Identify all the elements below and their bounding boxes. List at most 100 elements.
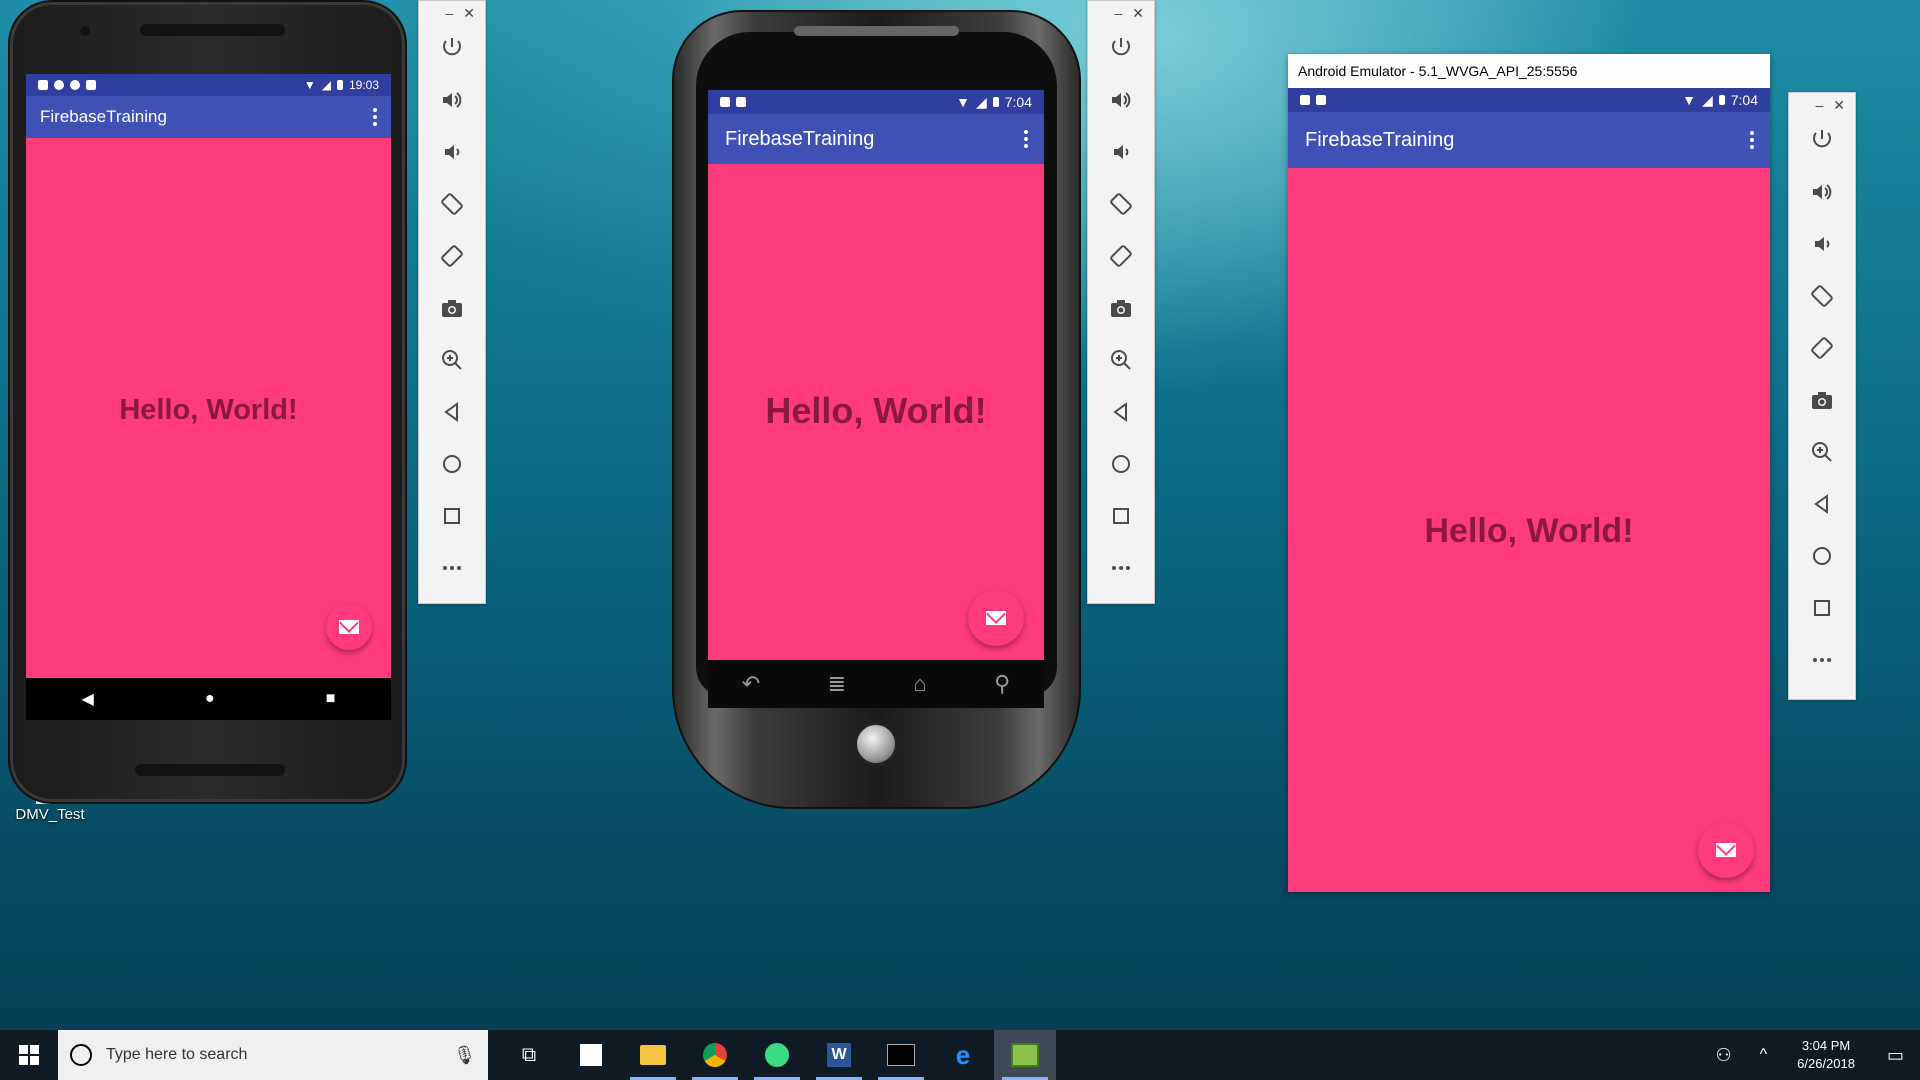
email-icon xyxy=(986,611,1006,625)
status-bar: ▼ ◢ 19:03 xyxy=(26,74,391,96)
overflow-menu-icon[interactable] xyxy=(1744,125,1760,155)
volume-up-button[interactable] xyxy=(1088,74,1154,126)
front-camera xyxy=(80,26,90,36)
rotate-left-icon xyxy=(441,193,463,215)
more-button[interactable] xyxy=(1088,542,1154,594)
fab-button[interactable] xyxy=(326,604,372,650)
task-view-icon[interactable]: ⧉ xyxy=(498,1030,560,1080)
people-icon[interactable]: ⚇ xyxy=(1701,1045,1745,1066)
sd-card-icon xyxy=(1300,95,1310,105)
power-icon xyxy=(1813,130,1831,148)
chevron-up-icon[interactable]: ^ xyxy=(1746,1046,1782,1064)
close-icon[interactable]: ✕ xyxy=(463,5,475,22)
emulator2-screen[interactable]: ▼ ◢ 7:04 FirebaseTraining Hello, World! xyxy=(708,90,1044,660)
window-titlebar[interactable]: Android Emulator - 5.1_WVGA_API_25:5556 xyxy=(1288,54,1770,88)
app-bar: FirebaseTraining xyxy=(26,96,391,138)
zoom-icon xyxy=(442,350,462,370)
wifi-icon: ▼ xyxy=(1682,92,1696,108)
nav-back-icon[interactable]: ↶ xyxy=(742,671,760,697)
app-title: FirebaseTraining xyxy=(725,127,875,150)
notification-icon xyxy=(54,80,64,90)
android-studio-icon[interactable] xyxy=(746,1030,808,1080)
overview-button[interactable] xyxy=(1789,582,1855,634)
word-icon[interactable]: W xyxy=(808,1030,870,1080)
trackball[interactable] xyxy=(854,722,898,766)
desktop-icon-label: DMV_Test xyxy=(15,806,85,823)
rotate-right-button[interactable] xyxy=(1088,230,1154,282)
minimize-icon[interactable]: – xyxy=(1114,5,1122,22)
emulator1-screen[interactable]: ▼ ◢ 19:03 FirebaseTraining Hello, World!… xyxy=(26,74,391,720)
nav-recents-icon[interactable]: ■ xyxy=(326,690,336,708)
rotate-right-button[interactable] xyxy=(1789,322,1855,374)
home-button[interactable] xyxy=(1088,438,1154,490)
speaker-grille-bottom xyxy=(135,764,285,776)
search-box[interactable]: Type here to search 🎙 xyxy=(58,1030,488,1080)
overflow-menu-icon[interactable] xyxy=(1018,124,1034,154)
status-time: 7:04 xyxy=(1730,92,1758,108)
volume-down-button[interactable] xyxy=(1789,218,1855,270)
home-button[interactable] xyxy=(419,438,485,490)
clock-time: 3:04 PM xyxy=(1801,1038,1851,1053)
back-button[interactable] xyxy=(419,386,485,438)
overflow-menu-icon[interactable] xyxy=(367,102,383,132)
camera-button[interactable] xyxy=(419,282,485,334)
home-button[interactable] xyxy=(1789,530,1855,582)
close-icon[interactable]: ✕ xyxy=(1833,97,1845,114)
nav-back-icon[interactable]: ◀ xyxy=(82,689,94,709)
rotate-left-icon xyxy=(1110,193,1132,215)
more-icon xyxy=(1112,566,1130,570)
nav-search-icon[interactable]: ⚲ xyxy=(994,671,1010,697)
rotate-left-button[interactable] xyxy=(1789,270,1855,322)
zoom-button[interactable] xyxy=(1789,426,1855,478)
overview-button[interactable] xyxy=(419,490,485,542)
more-button[interactable] xyxy=(419,542,485,594)
nav-home-icon[interactable]: ● xyxy=(205,690,215,708)
close-icon[interactable]: ✕ xyxy=(1132,5,1144,22)
fab-button[interactable] xyxy=(1698,822,1754,878)
volume-down-button[interactable] xyxy=(419,126,485,178)
speaker-grille xyxy=(794,26,959,36)
emulator1-toolbar: – ✕ xyxy=(418,0,486,604)
nav-home-icon[interactable]: ⌂ xyxy=(913,671,926,697)
zoom-button[interactable] xyxy=(419,334,485,386)
rotate-right-button[interactable] xyxy=(419,230,485,282)
minimize-icon[interactable]: – xyxy=(1815,97,1823,114)
terminal-icon[interactable] xyxy=(870,1030,932,1080)
volume-down-icon xyxy=(1815,237,1830,251)
action-center-icon[interactable]: ▭ xyxy=(1871,1045,1920,1066)
volume-up-icon xyxy=(443,92,462,108)
fab-button[interactable] xyxy=(968,590,1024,646)
volume-down-button[interactable] xyxy=(1088,126,1154,178)
nav-menu-icon[interactable]: ≣ xyxy=(828,671,846,697)
rotate-left-button[interactable] xyxy=(1088,178,1154,230)
back-button[interactable] xyxy=(1088,386,1154,438)
camera-button[interactable] xyxy=(1088,282,1154,334)
emulator-taskbar-icon[interactable] xyxy=(994,1030,1056,1080)
signal-icon: ◢ xyxy=(1701,91,1713,108)
speaker-grille xyxy=(140,24,285,36)
camera-button[interactable] xyxy=(1789,374,1855,426)
back-button[interactable] xyxy=(1789,478,1855,530)
minimize-icon[interactable]: – xyxy=(445,5,453,22)
wifi-icon: ▼ xyxy=(303,78,316,92)
microphone-icon[interactable]: 🎙 xyxy=(453,1045,476,1066)
more-button[interactable] xyxy=(1789,634,1855,686)
battery-icon xyxy=(336,80,343,90)
chrome-icon[interactable] xyxy=(684,1030,746,1080)
file-explorer-icon[interactable] xyxy=(622,1030,684,1080)
overview-button[interactable] xyxy=(1088,490,1154,542)
sticky-notes-icon[interactable] xyxy=(560,1030,622,1080)
power-button[interactable] xyxy=(1789,114,1855,166)
wifi-icon: ▼ xyxy=(956,94,970,110)
power-icon xyxy=(443,38,461,56)
rotate-left-button[interactable] xyxy=(419,178,485,230)
edge-icon[interactable]: e xyxy=(932,1030,994,1080)
clock[interactable]: 3:04 PM 6/26/2018 xyxy=(1781,1037,1871,1073)
volume-up-button[interactable] xyxy=(419,74,485,126)
start-button[interactable] xyxy=(0,1030,58,1080)
volume-up-button[interactable] xyxy=(1789,166,1855,218)
cortana-icon xyxy=(70,1044,92,1066)
power-button[interactable] xyxy=(419,22,485,74)
zoom-button[interactable] xyxy=(1088,334,1154,386)
power-button[interactable] xyxy=(1088,22,1154,74)
